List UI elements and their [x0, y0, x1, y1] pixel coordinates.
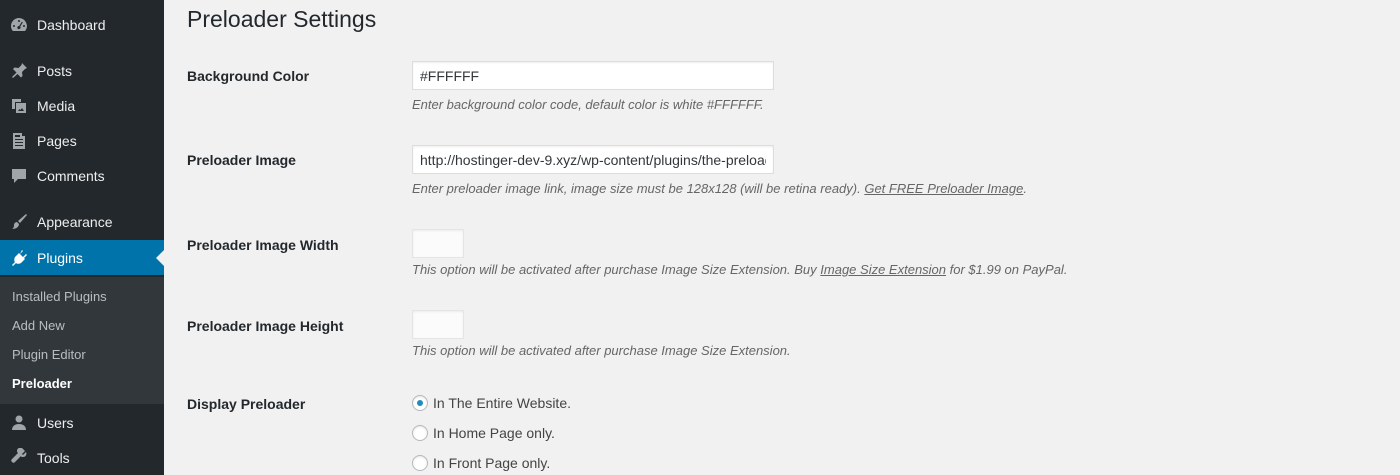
image-width-description: This option will be activated after purc…: [412, 262, 1067, 277]
radio-label: In Home Page only.: [433, 425, 555, 441]
image-height-input[interactable]: [412, 310, 464, 339]
radio-button[interactable]: [412, 395, 428, 411]
comment-icon: [0, 166, 36, 186]
preloader-image-description: Enter preloader image link, image size m…: [412, 181, 1027, 196]
preloader-image-input[interactable]: [412, 145, 774, 174]
plugins-submenu: Installed Plugins Add New Plugin Editor …: [0, 277, 164, 404]
page-title: Preloader Settings: [187, 6, 377, 32]
sidebar-item-label: Tools: [37, 449, 70, 466]
sidebar-item-label: Plugins: [37, 249, 83, 266]
sidebar-item-plugins[interactable]: Plugins: [0, 240, 164, 275]
admin-sidebar: Dashboard Posts Media Pages Comments App…: [0, 0, 164, 475]
users-icon: [0, 413, 36, 433]
sidebar-item-dashboard[interactable]: Dashboard: [0, 7, 164, 42]
image-height-description: This option will be activated after purc…: [412, 343, 791, 358]
radio-label: In The Entire Website.: [433, 395, 571, 411]
radio-entire-website[interactable]: In The Entire Website.: [412, 395, 571, 411]
radio-button[interactable]: [412, 425, 428, 441]
sidebar-item-label: Appearance: [37, 213, 113, 230]
preloader-image-label: Preloader Image: [187, 152, 296, 168]
wrench-icon: [0, 447, 36, 468]
sidebar-item-media[interactable]: Media: [0, 88, 164, 123]
sidebar-item-comments[interactable]: Comments: [0, 158, 164, 193]
radio-front-page[interactable]: In Front Page only.: [412, 455, 550, 471]
dashboard-icon: [0, 15, 36, 35]
media-icon: [0, 96, 36, 116]
sidebar-item-label: Posts: [37, 62, 73, 79]
image-width-description-suffix: for $1.99 on PayPal.: [946, 262, 1068, 277]
sidebar-item-appearance[interactable]: Appearance: [0, 204, 164, 239]
paintbrush-icon: [0, 212, 36, 232]
image-width-input[interactable]: [412, 229, 464, 258]
sidebar-item-tools[interactable]: Tools: [0, 440, 164, 475]
image-width-description-text: This option will be activated after purc…: [412, 262, 821, 277]
submenu-item-plugin-editor[interactable]: Plugin Editor: [0, 340, 164, 369]
sidebar-item-label: Pages: [37, 132, 77, 149]
pages-icon: [0, 131, 36, 151]
background-color-label: Background Color: [187, 68, 310, 84]
background-color-input[interactable]: [412, 61, 774, 90]
pin-icon: [0, 61, 36, 81]
radio-label: In Front Page only.: [433, 455, 551, 471]
radio-button[interactable]: [412, 455, 428, 471]
sidebar-item-posts[interactable]: Posts: [0, 53, 164, 88]
background-color-description: Enter background color code, default col…: [412, 97, 764, 112]
image-height-label: Preloader Image Height: [187, 318, 344, 334]
sidebar-item-label: Comments: [37, 167, 105, 184]
sidebar-item-label: Users: [37, 414, 74, 431]
submenu-item-preloader[interactable]: Preloader: [0, 369, 164, 398]
preloader-image-description-text: Enter preloader image link, image size m…: [412, 181, 865, 196]
sidebar-item-users[interactable]: Users: [0, 405, 164, 440]
sidebar-item-label: Media: [37, 97, 76, 114]
preloader-image-description-suffix: .: [1023, 181, 1027, 196]
sidebar-item-label: Dashboard: [37, 16, 106, 33]
submenu-item-add-new[interactable]: Add New: [0, 311, 164, 340]
image-width-label: Preloader Image Width: [187, 237, 339, 253]
sidebar-item-pages[interactable]: Pages: [0, 123, 164, 158]
image-size-extension-link[interactable]: Image Size Extension: [820, 262, 946, 277]
get-free-preloader-image-link[interactable]: Get FREE Preloader Image: [864, 181, 1023, 196]
radio-home-page[interactable]: In Home Page only.: [412, 425, 555, 441]
display-preloader-label: Display Preloader: [187, 396, 306, 412]
main-content: Preloader Settings Background Color Ente…: [164, 0, 1400, 475]
plug-icon: [0, 248, 36, 268]
submenu-item-installed-plugins[interactable]: Installed Plugins: [0, 282, 164, 311]
